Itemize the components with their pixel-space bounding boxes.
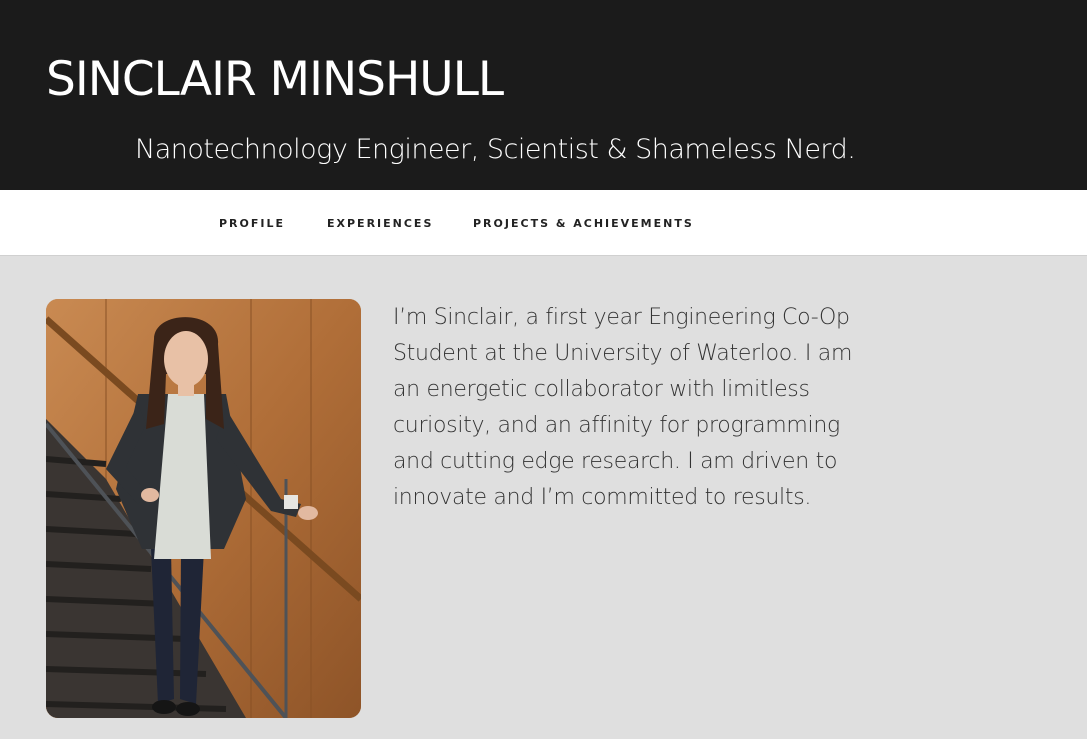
profile-photo [46,299,361,718]
bio-text: I’m Sinclair, a first year Engineering C… [393,305,853,510]
site-title[interactable]: SINCLAIR MINSHULL [46,52,504,107]
nav-item-profile[interactable]: PROFILE [219,217,285,230]
nav-item-experiences[interactable]: EXPERIENCES [327,217,433,230]
nav-item-projects-achievements[interactable]: PROJECTS & ACHIEVEMENTS [473,217,694,230]
main-nav: PROFILE EXPERIENCES PROJECTS & ACHIEVEME… [0,190,1087,256]
site-header: SINCLAIR MINSHULL Nanotechnology Enginee… [0,0,1087,190]
site-tagline: Nanotechnology Engineer, Scientist & Sha… [135,134,856,165]
